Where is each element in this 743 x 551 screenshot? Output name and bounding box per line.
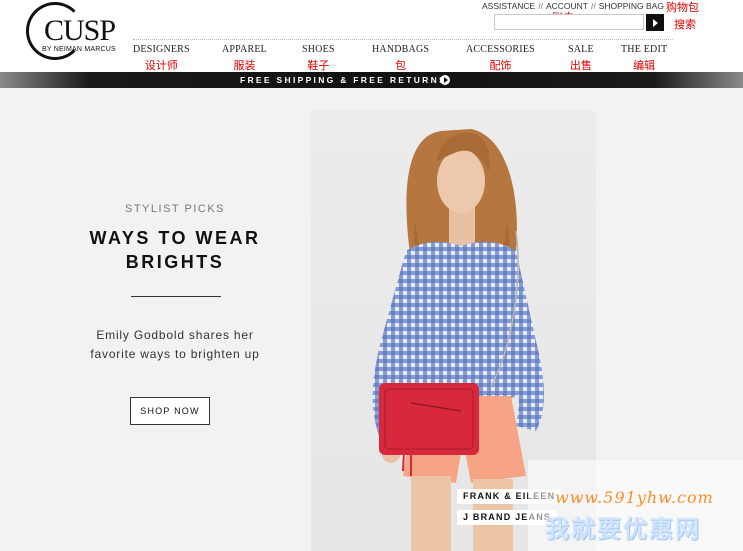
nav-label: THE EDIT xyxy=(621,44,668,55)
separator: // xyxy=(538,1,543,11)
nav-label: HANDBAGS xyxy=(372,44,430,55)
separator: // xyxy=(590,1,596,11)
shop-now-button[interactable]: SHOP NOW xyxy=(130,397,210,425)
promo-bar[interactable]: FREE SHIPPING & FREE RETURNS xyxy=(0,72,743,88)
watermark-url: www.591yhw.com xyxy=(555,488,714,507)
nav-label: SHOES xyxy=(302,44,335,55)
nav-label: APPAREL xyxy=(222,44,267,55)
nav-item-accessories[interactable]: ACCESSORIES 配饰 xyxy=(466,44,535,73)
nav-label: ACCESSORIES xyxy=(466,44,535,55)
watermark-site-name: 我就要优惠网 xyxy=(545,516,701,543)
nav-item-apparel[interactable]: APPAREL 服装 xyxy=(222,44,267,73)
hero-description: Emily Godbold shares her favorite ways t… xyxy=(60,326,290,364)
play-circle-icon xyxy=(440,75,450,85)
search-cn-label: 搜索 xyxy=(674,19,696,31)
nav-cn-label: 编辑 xyxy=(633,60,656,72)
search-button[interactable] xyxy=(646,14,664,31)
shopping-bag-link[interactable]: SHOPPING BAG xyxy=(599,1,664,11)
play-arrow-icon xyxy=(653,19,658,27)
logo-wordmark: CUSP xyxy=(44,14,116,47)
nav-label: SALE xyxy=(568,44,594,55)
headline-line-2: BRIGHTS xyxy=(125,252,225,272)
shopping-bag-cn-label: 购物包 xyxy=(666,2,699,14)
nav-cn-label: 配饰 xyxy=(489,60,512,72)
assistance-link[interactable]: ASSISTANCE xyxy=(482,1,535,11)
site-header: CUSP BY NEIMAN MARCUS ASSISTANCE//ACCOUN… xyxy=(0,0,743,72)
nav-divider xyxy=(133,39,673,40)
hero-eyebrow: STYLIST PICKS xyxy=(125,203,225,215)
cusp-logo[interactable]: CUSP BY NEIMAN MARCUS xyxy=(24,2,124,64)
hero-headline: WAYS TO WEAR BRIGHTS xyxy=(60,226,290,274)
nav-label: DESIGNERS xyxy=(133,44,190,55)
nav-item-sale[interactable]: SALE 出售 xyxy=(568,44,594,73)
nav-cn-label: 出售 xyxy=(569,60,592,72)
promo-text: FREE SHIPPING & FREE RETURNS xyxy=(240,75,448,85)
hero-divider xyxy=(131,296,221,297)
page: CUSP BY NEIMAN MARCUS ASSISTANCE//ACCOUN… xyxy=(0,0,743,551)
nav-item-designers[interactable]: DESIGNERS 设计师 xyxy=(133,44,190,73)
nav-cn-label: 服装 xyxy=(233,60,256,72)
nav-cn-label: 包 xyxy=(395,60,407,72)
nav-cn-label: 鞋子 xyxy=(307,60,330,72)
description-line-2: favorite ways to brighten up xyxy=(90,347,260,361)
logo-subtitle: BY NEIMAN MARCUS xyxy=(42,46,116,53)
nav-item-shoes[interactable]: SHOES 鞋子 xyxy=(302,44,335,73)
nav-item-the-edit[interactable]: THE EDIT 编辑 xyxy=(621,44,667,73)
nav-item-handbags[interactable]: HANDBAGS 包 xyxy=(372,44,429,73)
description-line-1: Emily Godbold shares her xyxy=(96,328,254,342)
headline-line-1: WAYS TO WEAR xyxy=(89,228,261,248)
search-input[interactable] xyxy=(494,14,644,30)
nav-cn-label: 设计师 xyxy=(144,60,178,72)
